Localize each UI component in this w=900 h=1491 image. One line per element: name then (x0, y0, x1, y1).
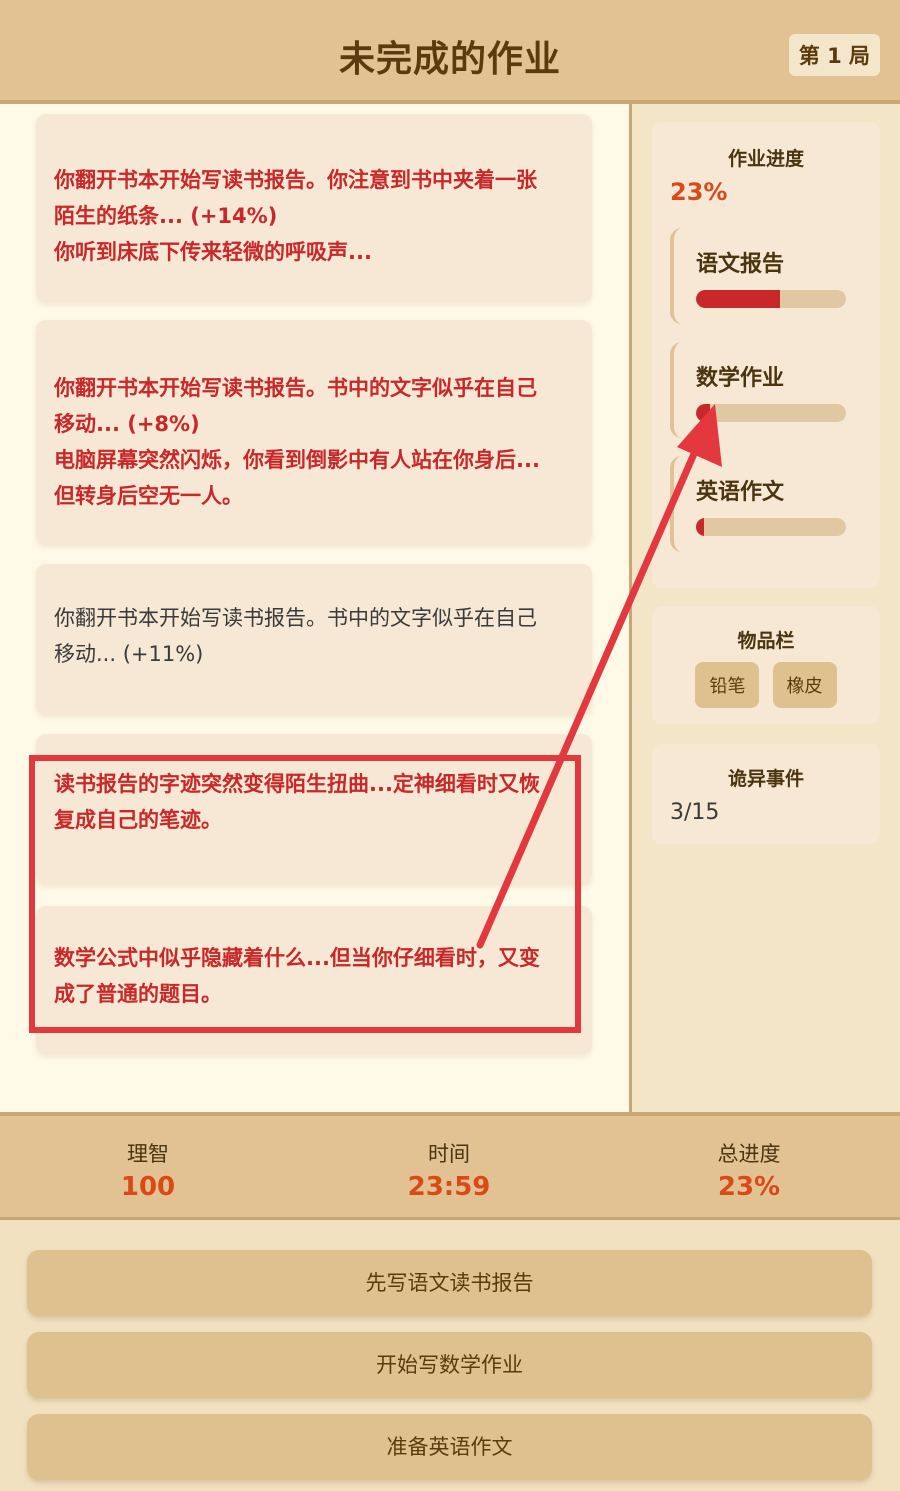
stat-value: 23% (717, 1172, 781, 1202)
events-title: 诡异事件 (727, 768, 804, 790)
log-line: 你听到床底下传来轻微的呼吸声... (54, 240, 372, 264)
inventory-title: 物品栏 (737, 630, 795, 652)
action-panel: 先写语文读书报告 开始写数学作业 准备英语作文 (0, 1220, 900, 1491)
log-line: 你翻开书本开始写读书报告。你注意到书中夹着一张 (54, 168, 537, 192)
log-line: 但转身后空无一人。 (54, 484, 243, 508)
page-title: 未完成的作业 (338, 39, 561, 80)
log-message: 你翻开书本开始写读书报告。书中的文字似乎在自己 移动... (+8%) 电脑屏幕… (36, 320, 592, 544)
stat-label: 时间 (428, 1142, 470, 1166)
inventory-card: 物品栏 铅笔 橡皮 (652, 606, 880, 724)
subject-label: 语文报告 (696, 252, 785, 277)
log-line: 陌生的纸条... (+14%) (54, 204, 278, 228)
subject-math[interactable]: 数学作业 (670, 342, 864, 438)
stat-value: 100 (120, 1172, 176, 1202)
progress-bar (696, 404, 846, 422)
subject-label: 英语作文 (696, 480, 785, 505)
stat-sanity: 理智 100 (48, 1138, 248, 1202)
log-message: 你翻开书本开始写读书报告。你注意到书中夹着一张 陌生的纸条... (+14%) … (36, 114, 592, 302)
stat-time: 时间 23:59 (349, 1138, 549, 1202)
log-line: 电脑屏幕突然闪烁，你看到倒影中有人站在你身后... (54, 448, 540, 472)
stat-value: 23:59 (407, 1172, 491, 1202)
inventory-item-eraser[interactable]: 橡皮 (772, 662, 837, 708)
progress-title: 作业进度 (727, 148, 804, 170)
subject-chinese[interactable]: 语文报告 (670, 228, 864, 324)
subject-english[interactable]: 英语作文 (670, 456, 864, 552)
top-header: 未完成的作业 第 1 局 (0, 0, 900, 104)
stat-total-progress: 总进度 23% (649, 1138, 849, 1202)
events-count: 3/15 (670, 800, 720, 825)
log-line: 移动... (+11%) (54, 642, 204, 666)
homework-progress-card: 作业进度 23% 语文报告 数学作业 英语作文 (652, 122, 880, 588)
inventory-items: 铅笔 橡皮 (652, 662, 880, 708)
progress-bar-fill (696, 518, 704, 536)
stat-label: 总进度 (717, 1142, 781, 1166)
progress-bar-fill (696, 290, 780, 308)
progress-bar (696, 290, 846, 308)
start-math-homework-button[interactable]: 开始写数学作业 (27, 1332, 872, 1398)
log-message: 你翻开书本开始写读书报告。书中的文字似乎在自己 移动... (+11%) (36, 564, 592, 714)
annotation-highlight-box (29, 755, 581, 1033)
strange-events-card: 诡异事件 3/15 (652, 744, 880, 844)
log-line: 移动... (+8%) (54, 412, 200, 436)
inventory-item-pencil[interactable]: 铅笔 (695, 662, 760, 708)
stats-bar: 理智 100 时间 23:59 总进度 23% (0, 1112, 900, 1220)
sidebar: 作业进度 23% 语文报告 数学作业 英语作文 物品栏 铅笔 橡皮 诡异事件 3… (632, 104, 900, 1112)
stat-label: 理智 (127, 1142, 169, 1166)
round-badge: 第 1 局 (788, 34, 880, 76)
write-chinese-report-button[interactable]: 先写语文读书报告 (27, 1250, 872, 1316)
prepare-english-essay-button[interactable]: 准备英语作文 (27, 1414, 872, 1480)
progress-bar-fill (696, 404, 710, 422)
subject-label: 数学作业 (696, 366, 785, 391)
log-line: 你翻开书本开始写读书报告。书中的文字似乎在自己 (54, 376, 537, 400)
progress-percent: 23% (670, 178, 728, 206)
log-line: 你翻开书本开始写读书报告。书中的文字似乎在自己 (54, 606, 537, 630)
progress-bar (696, 518, 846, 536)
